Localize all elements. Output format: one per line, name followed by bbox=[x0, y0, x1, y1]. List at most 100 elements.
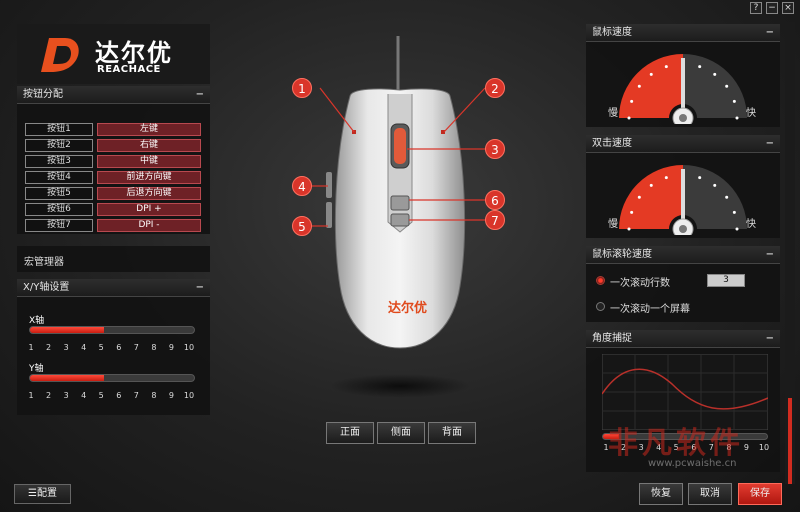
button-assign-header[interactable]: 按钮分配 − bbox=[17, 86, 210, 104]
assign-value-select[interactable]: DPI + bbox=[97, 203, 201, 216]
button-callout-6[interactable]: 6 bbox=[485, 190, 505, 210]
assign-value-select[interactable]: 中键 bbox=[97, 155, 201, 168]
scroll-screen-label: 一次滚动一个屏幕 bbox=[610, 304, 690, 315]
assign-value-select[interactable]: 前进方向键 bbox=[97, 171, 201, 184]
scroll-lines-stepper[interactable]: 3 bbox=[707, 274, 745, 287]
gauge-segment bbox=[683, 165, 747, 229]
gauge-dot bbox=[664, 65, 668, 69]
collapse-icon[interactable]: − bbox=[766, 330, 774, 348]
button-callout-7[interactable]: 7 bbox=[485, 210, 505, 230]
tick-label: 4 bbox=[656, 443, 662, 452]
assign-row: 按钮6 DPI + bbox=[25, 203, 201, 217]
assign-row: 按钮5 后退方向键 bbox=[25, 187, 201, 201]
scrollbar-thumb[interactable] bbox=[788, 398, 792, 484]
tick-label: 5 bbox=[673, 443, 679, 452]
button-callout-2[interactable]: 2 bbox=[485, 78, 505, 98]
mouse-image: 达尔优 bbox=[312, 36, 490, 398]
tick-label: 8 bbox=[151, 343, 157, 352]
gauge-dot bbox=[630, 99, 634, 103]
pointer-speed-slow-label: 慢 bbox=[608, 108, 618, 119]
scroll-speed-title: 鼠标滚轮速度 bbox=[592, 249, 652, 260]
gauge-dot bbox=[637, 84, 641, 88]
right-scrollbar[interactable] bbox=[785, 22, 795, 484]
button-assign-title: 按钮分配 bbox=[23, 89, 63, 100]
list-icon: ☰ bbox=[28, 488, 37, 499]
button-callout-3[interactable]: 3 bbox=[485, 139, 505, 159]
double-click-title: 双击速度 bbox=[592, 138, 632, 149]
gauge-dot bbox=[735, 227, 739, 231]
assign-key: 按钮1 bbox=[25, 123, 93, 136]
tick-label: 5 bbox=[98, 343, 104, 352]
assign-key: 按钮4 bbox=[25, 171, 93, 184]
tick-label: 9 bbox=[168, 343, 174, 352]
tick-label: 3 bbox=[638, 443, 644, 452]
assign-value-select[interactable]: DPI - bbox=[97, 219, 201, 232]
scroll-screen-radio[interactable] bbox=[596, 302, 605, 311]
gauge-segment bbox=[683, 54, 747, 118]
gauge-dot bbox=[725, 84, 729, 88]
assign-value-select[interactable]: 左键 bbox=[97, 123, 201, 136]
tick-label: 1 bbox=[28, 343, 34, 352]
mouse-illustration: 达尔优 1 2 3 4 5 6 7 bbox=[290, 36, 510, 416]
button-callout-1[interactable]: 1 bbox=[292, 78, 312, 98]
angle-snap-header[interactable]: 角度捕捉 − bbox=[586, 330, 780, 348]
xy-axis-title: X/Y轴设置 bbox=[23, 282, 70, 293]
double-click-gauge[interactable] bbox=[602, 157, 764, 235]
collapse-icon[interactable]: − bbox=[766, 24, 774, 42]
angle-snap-title: 角度捕捉 bbox=[592, 333, 632, 344]
assign-value-select[interactable]: 右键 bbox=[97, 139, 201, 152]
brand-name-cn: 达尔优 bbox=[95, 39, 173, 67]
tick-label: 1 bbox=[28, 391, 34, 400]
gauge-hub-center bbox=[679, 114, 687, 122]
gauge-dot bbox=[735, 116, 739, 120]
assign-key: 按钮5 bbox=[25, 187, 93, 200]
assign-value-select[interactable]: 后退方向键 bbox=[97, 187, 201, 200]
mouse-logo-text: 达尔优 bbox=[388, 300, 427, 316]
gauge-dot bbox=[627, 227, 631, 231]
config-button[interactable]: ☰配置 bbox=[14, 484, 71, 504]
pointer-speed-gauge[interactable] bbox=[602, 46, 764, 124]
tick-label: 8 bbox=[151, 391, 157, 400]
view-side-button[interactable]: 侧面 bbox=[377, 422, 425, 444]
y-axis-slider[interactable] bbox=[29, 374, 195, 382]
collapse-icon[interactable]: − bbox=[766, 246, 774, 264]
collapse-icon[interactable]: − bbox=[196, 279, 204, 297]
minimize-button[interactable]: − bbox=[766, 2, 778, 14]
tick-label: 2 bbox=[46, 343, 52, 352]
view-front-button[interactable]: 正面 bbox=[326, 422, 374, 444]
assign-key: 按钮2 bbox=[25, 139, 93, 152]
gauge-dot bbox=[649, 72, 653, 76]
xy-axis-header[interactable]: X/Y轴设置 − bbox=[17, 279, 210, 297]
pointer-speed-header[interactable]: 鼠标速度 − bbox=[586, 24, 780, 42]
angle-snap-slider-fill bbox=[603, 434, 620, 439]
tick-label: 1 bbox=[603, 443, 609, 452]
close-button[interactable]: × bbox=[782, 2, 794, 14]
angle-snap-slider[interactable] bbox=[602, 433, 768, 440]
brand-mark-icon bbox=[41, 38, 79, 72]
scroll-speed-header[interactable]: 鼠标滚轮速度 − bbox=[586, 246, 780, 264]
brand-logo: 达尔优 REACHACE bbox=[17, 24, 210, 84]
restore-button[interactable]: 恢复 bbox=[639, 483, 683, 505]
gauge-dot bbox=[664, 176, 668, 180]
double-click-header[interactable]: 双击速度 − bbox=[586, 135, 780, 153]
collapse-icon[interactable]: − bbox=[766, 135, 774, 153]
tick-label: 7 bbox=[133, 391, 139, 400]
button-callout-5[interactable]: 5 bbox=[292, 216, 312, 236]
button-callout-4[interactable]: 4 bbox=[292, 176, 312, 196]
scroll-lines-radio[interactable] bbox=[596, 276, 605, 285]
view-back-button[interactable]: 背面 bbox=[428, 422, 476, 444]
collapse-icon[interactable]: − bbox=[196, 86, 204, 104]
brand-name-en: REACHACE bbox=[97, 64, 161, 75]
help-button[interactable]: ? bbox=[750, 2, 762, 14]
gauge-segment bbox=[619, 165, 683, 229]
macro-manager-button[interactable]: 宏管理器 bbox=[17, 246, 210, 272]
tick-label: 7 bbox=[708, 443, 714, 452]
pointer-speed-title: 鼠标速度 bbox=[592, 27, 632, 38]
tick-label: 9 bbox=[743, 443, 749, 452]
save-button[interactable]: 保存 bbox=[738, 483, 782, 505]
cancel-button[interactable]: 取消 bbox=[688, 483, 732, 505]
x-axis-label: X轴 bbox=[29, 316, 45, 326]
assign-row: 按钮7 DPI - bbox=[25, 219, 201, 233]
x-axis-slider[interactable] bbox=[29, 326, 195, 334]
x-axis-slider-fill bbox=[30, 327, 104, 333]
